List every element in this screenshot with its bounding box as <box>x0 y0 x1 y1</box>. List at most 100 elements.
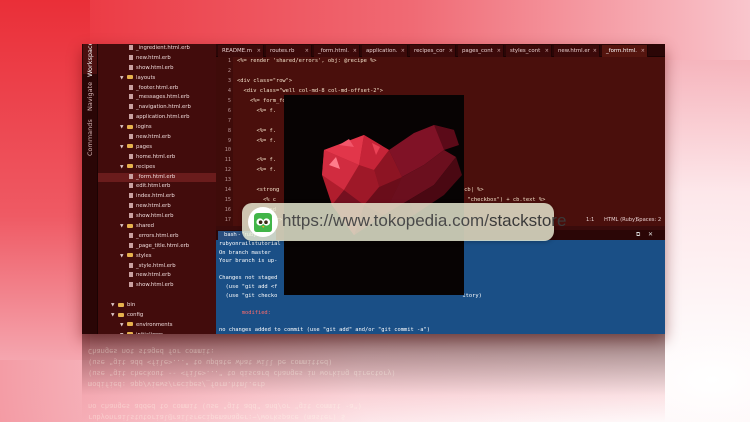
tree-file[interactable]: show.html.erb <box>98 64 216 74</box>
chevron-down-icon[interactable]: ▼ <box>120 252 127 262</box>
editor-tab[interactable]: _form.html. × <box>602 45 648 57</box>
chevron-down-icon[interactable]: ▼ <box>120 74 127 84</box>
tree-item-label: _errors.html.erb <box>136 232 179 239</box>
reflection-line: Changes not staged for commit: <box>88 347 215 355</box>
tree-item-label: show.html.erb <box>136 213 174 220</box>
tab-commands[interactable]: Commands <box>83 118 97 158</box>
tree-file[interactable]: new.html.erb <box>98 54 216 64</box>
line-number: 13 <box>224 177 231 184</box>
tree-item-label: _footer.html.erb <box>136 84 179 91</box>
tree-item-label: environments <box>136 321 173 328</box>
editor-tab[interactable]: recipes_cor × <box>410 45 456 57</box>
close-tab-icon[interactable]: × <box>401 45 405 57</box>
terminal-line: modified: <box>219 309 281 316</box>
tree-folder[interactable]: ▼ logins <box>98 123 216 133</box>
tree-item-label: new.html.erb <box>136 54 171 61</box>
folder-icon <box>127 124 133 129</box>
editor-tab[interactable]: application. × <box>362 45 408 57</box>
chevron-down-icon[interactable]: ▼ <box>111 301 118 311</box>
tree-folder[interactable]: ▼ pages <box>98 143 216 153</box>
editor-tab[interactable]: styles_cont × <box>506 45 552 57</box>
file-icon <box>129 84 133 90</box>
file-icon <box>129 193 133 199</box>
tree-item-label: shared <box>136 223 155 230</box>
file-mode[interactable]: HTML (Ruby) <box>604 217 637 223</box>
tree-file[interactable]: _form.html.erb <box>98 172 216 183</box>
close-tab-icon[interactable]: × <box>449 45 453 57</box>
tree-file[interactable]: index.html.erb <box>98 192 216 202</box>
tree-item-label: logins <box>136 124 152 131</box>
tree-file[interactable]: _footer.html.erb <box>98 84 216 94</box>
reflection-line: rubyonrailstutorial@railsrecipemanager:~… <box>88 413 346 421</box>
tree-file[interactable]: new.html.erb <box>98 271 216 281</box>
tree-folder[interactable]: ▼ styles <box>98 252 216 262</box>
chevron-down-icon[interactable]: ▼ <box>120 163 127 173</box>
close-tab-icon[interactable]: × <box>305 45 309 57</box>
tree-item-label: config <box>127 312 144 319</box>
folder-icon <box>127 164 133 169</box>
folder-icon <box>127 322 133 327</box>
vertical-panel-tabs: Workspace Navigate Commands <box>82 44 98 334</box>
tree-folder[interactable]: ▼ config <box>98 311 216 321</box>
tokopedia-url: https://www.tokopedia.com/stackstore <box>282 211 567 230</box>
tree-file[interactable]: application.html.erb <box>98 113 216 123</box>
folder-icon <box>127 75 133 80</box>
editor-tab[interactable]: new.html.er × <box>554 45 600 57</box>
close-icon[interactable]: ✕ <box>648 231 653 238</box>
close-tab-icon[interactable]: × <box>593 45 597 57</box>
file-icon <box>129 64 133 70</box>
tree-item-label: show.html.erb <box>136 64 174 71</box>
tab-workspace[interactable]: Workspace <box>83 44 97 77</box>
indent-setting[interactable]: Spaces: 2 <box>636 217 661 223</box>
editor-tab-label: routes.rb <box>270 48 295 54</box>
file-tree: _ingredient.html.erb new.html.erb show.htm… <box>98 44 216 334</box>
editor-tab[interactable]: pages_cont × <box>458 45 504 57</box>
tree-folder[interactable]: ▼ environments <box>98 321 216 331</box>
close-tab-icon[interactable]: × <box>641 45 645 57</box>
folder-icon <box>118 302 124 307</box>
close-tab-icon[interactable]: × <box>545 45 549 57</box>
tree-file[interactable]: _ingredient.html.erb <box>98 44 216 54</box>
terminal-line: no changes added to commit (use "git add… <box>219 326 430 333</box>
tree-item-label: application.html.erb <box>136 114 190 121</box>
reflection-line <box>82 389 665 400</box>
tree-file[interactable]: _messages.html.erb <box>98 93 216 103</box>
tree-file[interactable]: _navigation.html.erb <box>98 103 216 113</box>
chevron-down-icon[interactable]: ▼ <box>120 143 127 153</box>
file-icon <box>129 134 133 140</box>
chevron-down-icon[interactable]: ▼ <box>120 123 127 133</box>
reflection-line: (use "git add <file>..." to update what … <box>88 358 333 366</box>
chevron-down-icon[interactable]: ▼ <box>120 321 127 331</box>
editor-tab[interactable]: _form.html. × <box>314 45 360 57</box>
tree-file[interactable]: edit.html.erb <box>98 182 216 192</box>
tree-file[interactable]: home.html.erb <box>98 153 216 163</box>
chevron-down-icon[interactable]: ▼ <box>120 222 127 232</box>
tree-file[interactable]: show.html.erb <box>98 212 216 222</box>
file-icon <box>129 104 133 110</box>
tree-item-label: new.html.erb <box>136 134 171 141</box>
tree-file[interactable]: new.html.erb <box>98 202 216 212</box>
editor-tab[interactable]: README.m × <box>218 45 264 57</box>
close-tab-icon[interactable]: × <box>257 45 261 57</box>
tree-file[interactable]: _style.html.erb <box>98 262 216 272</box>
maximize-icon[interactable]: ⧉ <box>636 231 640 239</box>
tree-file[interactable]: _page_title.html.erb <box>98 242 216 252</box>
close-tab-icon[interactable]: × <box>497 45 501 57</box>
tree-file[interactable]: new.html.erb <box>98 133 216 143</box>
close-tab-icon[interactable]: × <box>353 45 357 57</box>
tab-navigate[interactable]: Navigate <box>83 78 97 114</box>
tree-folder[interactable]: ▼ recipes <box>98 163 216 173</box>
line-number: 3 <box>227 77 231 84</box>
tree-item-label: recipes <box>136 163 156 170</box>
tree-item-label: layouts <box>136 74 156 81</box>
chevron-down-icon[interactable]: ▼ <box>111 311 118 321</box>
line-number: 16 <box>224 207 231 214</box>
editor-tab-bar: README.m × routes.rb × _form.html. × applicati… <box>216 44 665 57</box>
tree-folder[interactable]: ▼ layouts <box>98 74 216 84</box>
tree-folder[interactable]: ▼ shared <box>98 222 216 232</box>
editor-tab[interactable]: routes.rb × <box>266 45 312 57</box>
tree-file[interactable]: show.html.erb <box>98 281 216 291</box>
tree-folder[interactable]: ▼ bin <box>98 301 216 311</box>
tree-file[interactable]: _errors.html.erb <box>98 232 216 242</box>
file-icon <box>129 262 133 268</box>
